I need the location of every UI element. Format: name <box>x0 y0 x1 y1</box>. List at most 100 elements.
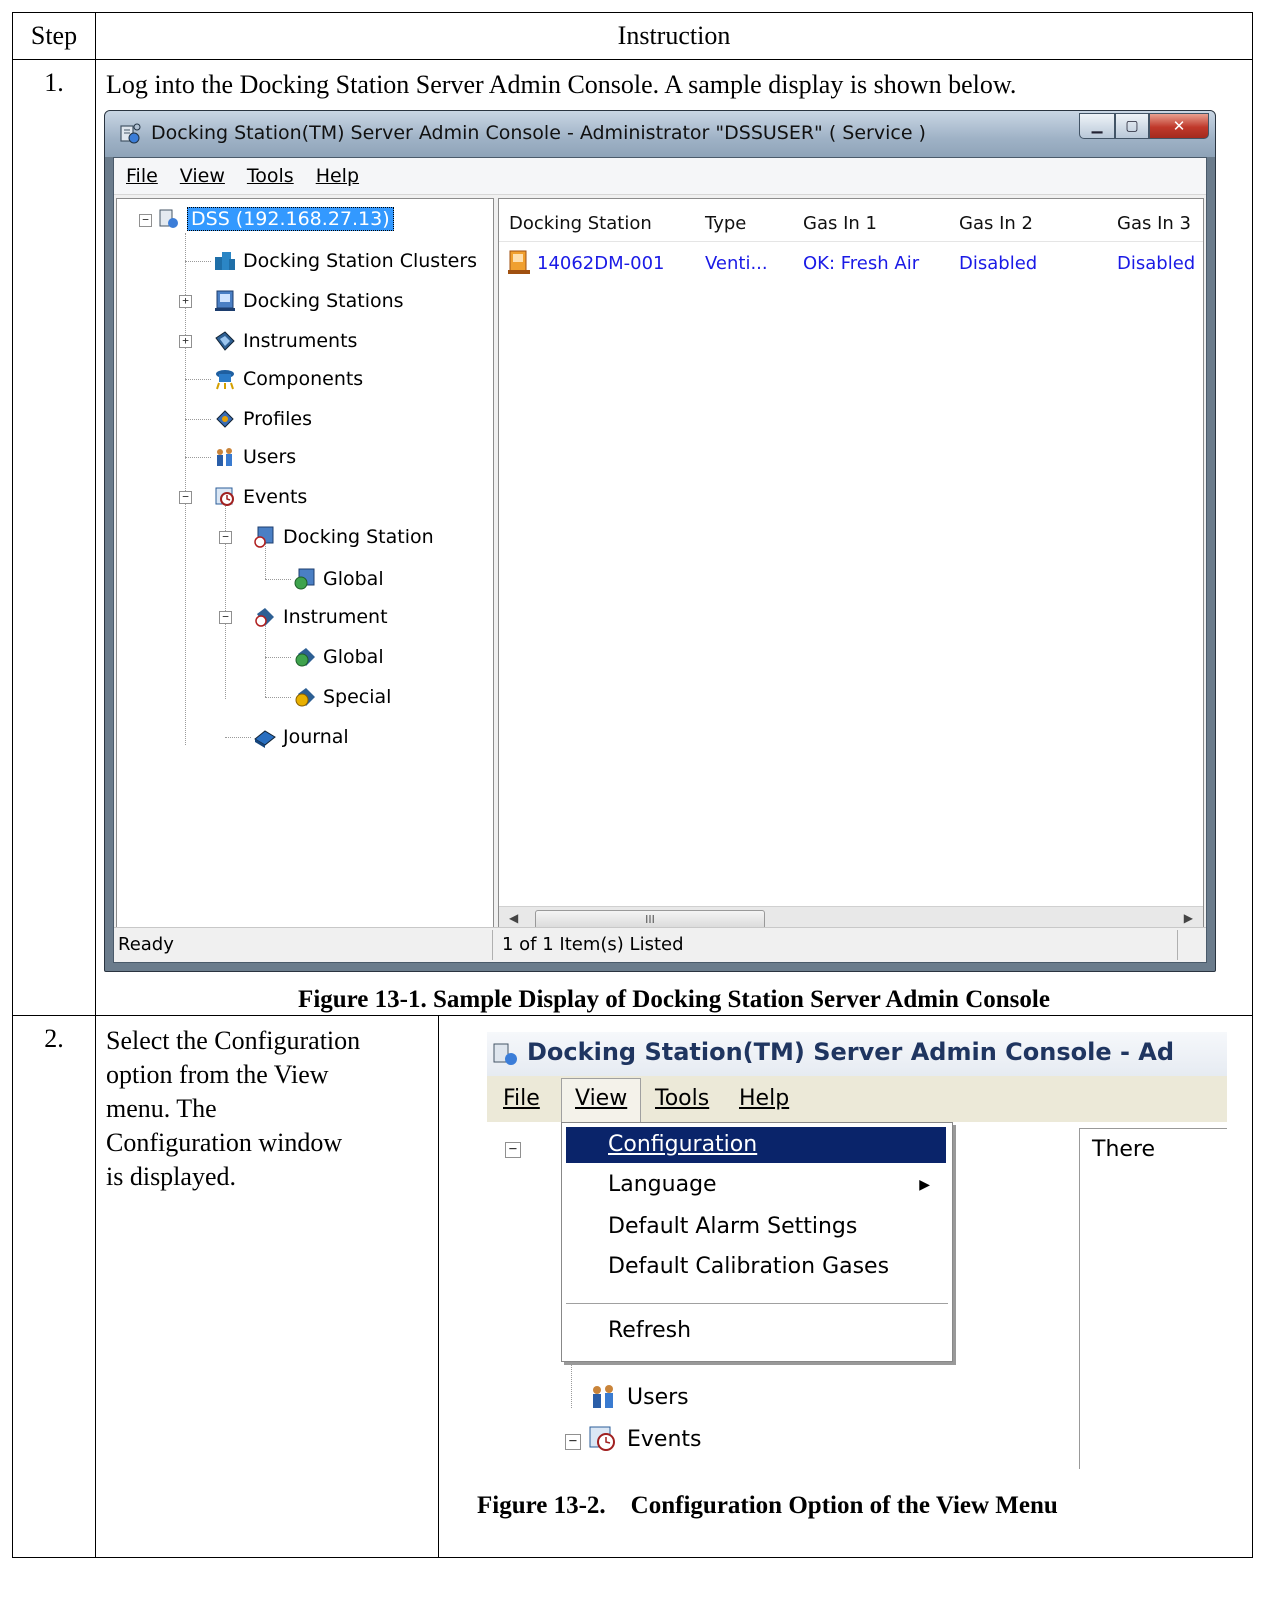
view-dropdown-menu: Configuration Language ▶ Default Alarm Se… <box>561 1122 953 1362</box>
menu-item-label: Default Alarm Settings <box>608 1214 858 1239</box>
window-title: Docking Station(TM) Server Admin Console… <box>151 122 926 144</box>
menu-item-label: Language <box>608 1172 717 1197</box>
step-2-line-2: option from the View <box>106 1060 329 1089</box>
figure-13-1-caption: Figure 13-1. Sample Display of Docking S… <box>298 986 1050 1013</box>
menu-item-language[interactable]: Language ▶ <box>566 1167 946 1203</box>
tree-item-ev-inst-global[interactable]: Global <box>293 643 384 671</box>
docking-station-event-icon <box>253 525 277 549</box>
collapse-ev-docking-station[interactable]: − <box>219 531 232 544</box>
menu-item-default-alarm-settings[interactable]: Default Alarm Settings <box>566 1209 946 1245</box>
tree-label: Global <box>323 646 384 668</box>
fig2-list-pane: There <box>1079 1128 1227 1469</box>
status-bar: Ready 1 of 1 Item(s) Listed <box>114 927 1206 962</box>
fig2-tree-users-label: Users <box>627 1384 689 1410</box>
tree-item-profiles[interactable]: Profiles <box>213 405 312 433</box>
column-docking-station[interactable]: Docking Station <box>509 213 652 234</box>
collapse-events[interactable]: − <box>179 491 192 504</box>
tree-label: Special <box>323 686 392 708</box>
step-1-cell: Log into the Docking Station Server Admi… <box>95 59 1253 1016</box>
list-row[interactable]: 14062DM-001 Venti... OK: Fresh Air Disab… <box>499 249 1203 279</box>
menu-item-refresh[interactable]: Refresh <box>566 1313 946 1349</box>
tree-label: Docking Station <box>283 526 434 548</box>
events-icon <box>589 1426 615 1451</box>
column-gas-in-3[interactable]: Gas In 3 <box>1117 213 1191 234</box>
menu-tools[interactable]: Tools <box>247 165 294 187</box>
tree-item-components[interactable]: Components <box>213 365 363 393</box>
expand-instruments[interactable]: + <box>179 335 192 348</box>
submenu-arrow-icon: ▶ <box>919 1177 930 1193</box>
close-button[interactable]: ✕ <box>1149 113 1209 139</box>
tree-label: Instruments <box>243 330 358 352</box>
column-gas-in-1[interactable]: Gas In 1 <box>803 213 877 234</box>
tree-item-docking-stations[interactable]: Docking Stations <box>213 287 404 315</box>
view-menu-screenshot: Docking Station(TM) Server Admin Console… <box>487 1032 1227 1472</box>
header-instruction: Instruction <box>95 12 1253 60</box>
menu-item-configuration[interactable]: Configuration <box>566 1127 946 1163</box>
cell-docking-station: 14062DM-001 <box>537 253 665 274</box>
status-item-count: 1 of 1 Item(s) Listed <box>502 934 684 955</box>
list-view[interactable]: Docking Station Type Gas In 1 Gas In 2 G… <box>498 198 1204 934</box>
tree-label: Instrument <box>283 606 388 628</box>
menu-bar: File View Tools Help <box>114 158 1206 195</box>
tree-label: Docking Station Clusters <box>243 250 478 272</box>
fig2-title-bar: Docking Station(TM) Server Admin Console… <box>487 1032 1227 1076</box>
global-instrument-icon <box>293 645 317 669</box>
scroll-left-icon[interactable]: ◀ <box>509 911 518 925</box>
collapse-root[interactable]: − <box>505 1142 521 1158</box>
tree-item-users[interactable]: Users <box>213 443 296 471</box>
collapse-ev-instrument[interactable]: − <box>219 611 232 624</box>
tree-line <box>185 379 211 380</box>
navigation-tree[interactable]: − DSS (192.168.27.13) Docking Station Cl… <box>116 198 494 934</box>
special-instrument-icon <box>293 685 317 709</box>
tree-item-journal[interactable]: Journal <box>253 723 349 751</box>
global-docking-icon <box>293 567 317 591</box>
menu-help[interactable]: Help <box>316 165 359 187</box>
menu-item-default-calibration-gases[interactable]: Default Calibration Gases <box>566 1249 946 1285</box>
tree-item-instruments[interactable]: Instruments <box>213 327 357 355</box>
fig2-menu-file[interactable]: File <box>503 1086 540 1111</box>
instrument-event-icon <box>253 605 277 629</box>
fig2-menu-help[interactable]: Help <box>739 1086 789 1111</box>
fig2-tree-events-label: Events <box>627 1426 702 1452</box>
fig2-tree-events[interactable]: Events <box>587 1424 702 1454</box>
expand-docking-stations[interactable]: + <box>179 295 192 308</box>
users-icon <box>593 1385 613 1408</box>
collapse-events[interactable]: − <box>565 1434 581 1450</box>
tree-line <box>185 457 211 458</box>
components-icon <box>213 367 237 391</box>
tree-root[interactable]: DSS (192.168.27.13) <box>157 205 394 233</box>
tree-item-events[interactable]: Events <box>213 483 307 511</box>
minimize-button[interactable]: ▁ <box>1079 113 1115 139</box>
step-2-line-4: Configuration window <box>106 1128 343 1157</box>
maximize-button[interactable]: ▢ <box>1115 113 1149 139</box>
tree-item-ev-ds-global[interactable]: Global <box>293 565 384 593</box>
app-icon <box>120 123 141 144</box>
list-header: Docking Station Type Gas In 1 Gas In 2 G… <box>499 207 1203 242</box>
step-2-line-1: Select the Configuration <box>106 1026 361 1055</box>
fig2-menu-bar: File View Tools Help <box>487 1076 1227 1123</box>
scroll-right-icon[interactable]: ▶ <box>1184 911 1193 925</box>
step-2-figure-cell: Docking Station(TM) Server Admin Console… <box>438 1015 1253 1558</box>
tree-item-ev-docking-station[interactable]: Docking Station <box>253 523 434 551</box>
tree-item-ev-inst-special[interactable]: Special <box>293 683 391 711</box>
fig2-tree-users[interactable]: Users <box>587 1382 689 1412</box>
cell-type: Venti... <box>705 253 768 274</box>
caption-buttons: ▁ ▢ ✕ <box>1079 113 1209 139</box>
menu-separator <box>566 1303 948 1304</box>
tree-line <box>225 737 251 738</box>
menu-file[interactable]: File <box>126 165 158 187</box>
fig2-menu-view[interactable]: View <box>575 1086 627 1111</box>
step-2-number: 2. <box>12 1015 96 1558</box>
collapse-root[interactable]: − <box>139 214 152 227</box>
instrument-icon <box>213 329 237 353</box>
tree-item-clusters[interactable]: Docking Station Clusters <box>213 247 477 275</box>
step-2-line-3: menu. The <box>106 1094 217 1123</box>
column-gas-in-2[interactable]: Gas In 2 <box>959 213 1033 234</box>
column-type[interactable]: Type <box>705 213 746 234</box>
menu-view[interactable]: View <box>180 165 225 187</box>
cell-gas-in-1: OK: Fresh Air <box>803 253 920 274</box>
figure-13-2-caption: Figure 13-2. Configuration Option of the… <box>477 1492 1058 1519</box>
tree-item-ev-instrument[interactable]: Instrument <box>253 603 388 631</box>
fig2-menu-tools[interactable]: Tools <box>655 1086 709 1111</box>
journal-icon <box>253 725 277 749</box>
